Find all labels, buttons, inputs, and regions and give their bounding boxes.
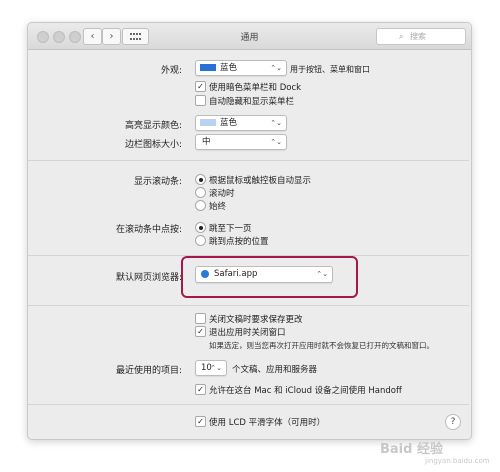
sidebar-popup[interactable]: 中 ⌃⌄ (195, 134, 287, 150)
watermark-logo: Baid 经验 (380, 442, 443, 457)
recent-popup[interactable]: 10 ⌃⌄ (195, 360, 227, 376)
scroll-always-radio[interactable] (195, 200, 206, 211)
scroll-when-scrolling-radio[interactable] (195, 187, 206, 198)
jump-next-page-radio[interactable] (195, 222, 206, 233)
appearance-value: 蓝色 (220, 63, 238, 73)
safari-icon (201, 270, 209, 278)
lcd-label: 使用 LCD 平滑字体（可用时） (209, 418, 326, 428)
autohide-checkbox[interactable] (195, 95, 206, 106)
close-windows-checkbox[interactable]: ✓ (195, 326, 206, 337)
watermark-url: jingyan.baidu.com (425, 457, 490, 465)
divider (28, 160, 469, 161)
ask-save-checkbox[interactable] (195, 313, 206, 324)
close-windows-label: 退出应用时关闭窗口 (209, 328, 286, 338)
highlight-value: 蓝色 (220, 118, 238, 128)
appearance-swatch (200, 64, 216, 71)
handoff-checkbox[interactable]: ✓ (195, 384, 206, 395)
dark-menu-checkbox[interactable]: ✓ (195, 81, 206, 92)
lcd-checkbox[interactable]: ✓ (195, 416, 206, 427)
jump-to-spot-label: 跳到点按的位置 (209, 237, 269, 247)
close-windows-note: 如果选定，则当您再次打开应用时就不会恢复已打开的文稿和窗口。 (209, 341, 434, 350)
search-icon: ⌕ (399, 32, 404, 41)
recent-suffix: 个文稿、应用和服务器 (232, 365, 318, 375)
search-input[interactable]: ⌕ 搜索 (376, 28, 466, 45)
sidebar-value: 中 (202, 137, 211, 147)
recent-label: 最近使用的项目: (115, 366, 182, 376)
help-button[interactable]: ? (445, 414, 461, 430)
appearance-label: 外观: (160, 66, 182, 76)
scroll-when-scrolling-label: 滚动时 (209, 189, 235, 199)
chevron-updown-icon: ⌃⌄ (270, 64, 282, 72)
highlight-swatch (200, 119, 216, 126)
autohide-label: 自动隐藏和显示菜单栏 (209, 97, 295, 107)
titlebar: ‹ › 通用 ⌕ 搜索 (28, 23, 471, 50)
scroll-auto-label: 根据鼠标或触控板自动显示 (209, 176, 312, 186)
browser-value: Safari.app (214, 269, 258, 279)
scroll-auto-radio[interactable] (195, 174, 206, 185)
jump-to-spot-radio[interactable] (195, 235, 206, 246)
scroll-always-label: 始终 (209, 202, 227, 212)
search-placeholder: 搜索 (410, 32, 426, 41)
chevron-updown-icon: ⌃⌄ (316, 270, 328, 278)
divider (28, 305, 469, 306)
ask-save-label: 关闭文稿时要求保存更改 (209, 315, 303, 325)
highlight-popup[interactable]: 蓝色 ⌃⌄ (195, 115, 287, 131)
click-scroll-label: 在滚动条中点按: (115, 225, 182, 235)
browser-label: 默认网页浏览器: (115, 273, 182, 283)
jump-next-page-label: 跳至下一页 (209, 224, 252, 234)
browser-popup[interactable]: Safari.app ⌃⌄ (195, 266, 333, 283)
highlight-label: 高亮显示颜色: (124, 121, 182, 131)
chevron-updown-icon: ⌃⌄ (270, 138, 282, 146)
handoff-label: 允许在这台 Mac 和 iCloud 设备之间使用 Handoff (209, 386, 402, 396)
scrollbars-label: 显示滚动条: (133, 177, 182, 187)
appearance-note: 用于按钮、菜单和窗口 (290, 65, 370, 74)
sidebar-label: 边栏图标大小: (124, 140, 182, 150)
chevron-updown-icon: ⌃⌄ (210, 364, 222, 372)
dark-menu-label: 使用暗色菜单栏和 Dock (209, 83, 302, 93)
divider (28, 404, 469, 405)
appearance-popup[interactable]: 蓝色 ⌃⌄ (195, 60, 287, 76)
chevron-updown-icon: ⌃⌄ (270, 119, 282, 127)
